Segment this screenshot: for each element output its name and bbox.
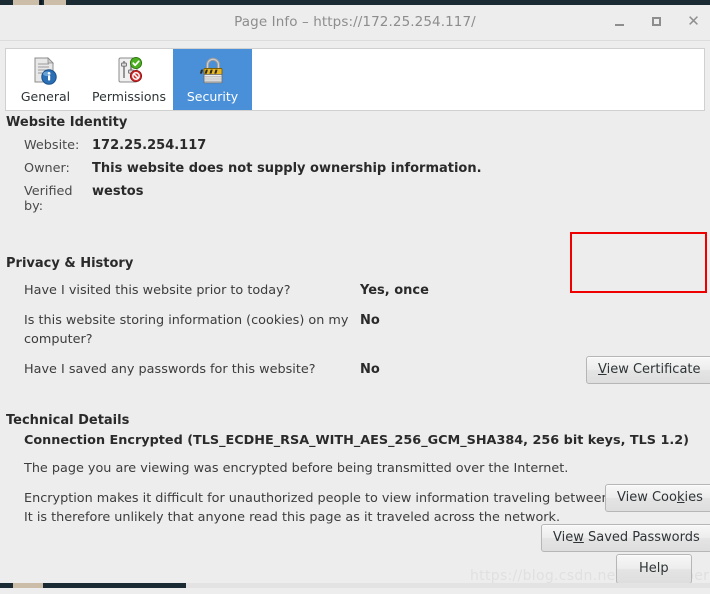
tab-permissions-label: Permissions (92, 89, 166, 104)
minimize-icon (615, 24, 624, 26)
privacy-question-passwords: Have I saved any passwords for this webs… (24, 362, 316, 377)
titlebar: Page Info – https://172.25.254.117/ ✕ (0, 5, 710, 41)
view-saved-passwords-label-post: Saved Passwords (583, 530, 700, 545)
view-cookies-label-pre: View Coo (617, 490, 677, 505)
desktop-bottom-strip-filler (186, 583, 710, 588)
privacy-value-visited: Yes, once (360, 283, 429, 298)
view-saved-passwords-button[interactable]: View Saved Passwords (541, 524, 710, 552)
technical-description-line-2: Encryption makes it difficult for unauth… (0, 489, 710, 527)
screen: Page Info – https://172.25.254.117/ ✕ Ge… (0, 0, 710, 594)
identity-value-verified-by: westos (92, 184, 144, 199)
identity-row-owner: Owner: This website does not supply owne… (0, 161, 710, 176)
privacy-row-visited: Have I visited this website prior to tod… (0, 281, 710, 300)
website-identity-heading: Website Identity (6, 115, 128, 130)
identity-value-website: 172.25.254.117 (92, 138, 207, 153)
maximize-icon (652, 17, 661, 26)
minimize-button[interactable] (611, 13, 628, 30)
technical-details-heading: Technical Details (6, 413, 130, 428)
identity-row-website: Website: 172.25.254.117 (0, 138, 710, 153)
tab-general[interactable]: General (6, 49, 85, 110)
tab-general-label: General (20, 89, 71, 104)
padlock-icon (198, 54, 228, 87)
dialog-content: Website Identity Website: 172.25.254.117… (0, 115, 710, 552)
sliders-permissions-icon (114, 54, 144, 87)
window-title: Page Info – https://172.25.254.117/ (234, 14, 476, 30)
privacy-value-passwords: No (360, 362, 380, 377)
identity-value-owner: This website does not supply ownership i… (92, 161, 482, 176)
view-cookies-mnemonic: k (676, 490, 685, 505)
tab-bar: General Permissions Security (5, 48, 705, 111)
window-controls: ✕ (611, 13, 702, 30)
page-info-dialog: Page Info – https://172.25.254.117/ ✕ Ge… (0, 5, 710, 584)
close-button[interactable]: ✕ (685, 13, 702, 30)
identity-label-website: Website: (24, 138, 80, 153)
technical-details-section: Technical Details Connection Encrypted (… (0, 413, 710, 527)
privacy-value-cookies: No (360, 313, 380, 328)
website-identity-section: Website Identity Website: 172.25.254.117… (0, 115, 710, 384)
help-button[interactable]: Help (616, 554, 692, 584)
view-cookies-button[interactable]: View Cookies (605, 484, 710, 512)
desktop-bottom-strip (0, 583, 186, 588)
privacy-question-visited: Have I visited this website prior to tod… (24, 283, 291, 298)
view-saved-passwords-label-pre: Vie (553, 530, 574, 545)
technical-description-line-2b: It is therefore unlikely that anyone rea… (24, 510, 561, 525)
technical-description-line-1: The page you are viewing was encrypted b… (24, 461, 569, 476)
privacy-row-passwords: Have I saved any passwords for this webs… (0, 360, 710, 379)
privacy-row-cookies: Is this website storing information (coo… (0, 311, 710, 349)
tab-security[interactable]: Security (173, 49, 252, 110)
desktop-strip-item (13, 583, 43, 588)
identity-label-verified-by: Verified by: (24, 184, 73, 214)
tab-security-label: Security (186, 89, 239, 104)
maximize-button[interactable] (648, 13, 665, 30)
document-info-icon (31, 54, 61, 87)
view-saved-passwords-mnemonic: w (573, 530, 584, 545)
identity-label-owner: Owner: (24, 161, 70, 176)
privacy-question-cookies: Is this website storing information (coo… (24, 313, 349, 347)
technical-description-line-2a: Encryption makes it difficult for unauth… (24, 491, 687, 506)
close-icon: ✕ (687, 12, 700, 30)
privacy-history-section: Privacy & History Have I visited this we… (0, 256, 710, 552)
identity-row-verified-by: Verified by: westos (0, 184, 710, 214)
technical-connection-status: Connection Encrypted (TLS_ECDHE_RSA_WITH… (24, 433, 689, 448)
view-cookies-label-post: ies (684, 490, 703, 505)
tab-permissions[interactable]: Permissions (85, 49, 173, 110)
privacy-history-heading: Privacy & History (6, 256, 134, 271)
